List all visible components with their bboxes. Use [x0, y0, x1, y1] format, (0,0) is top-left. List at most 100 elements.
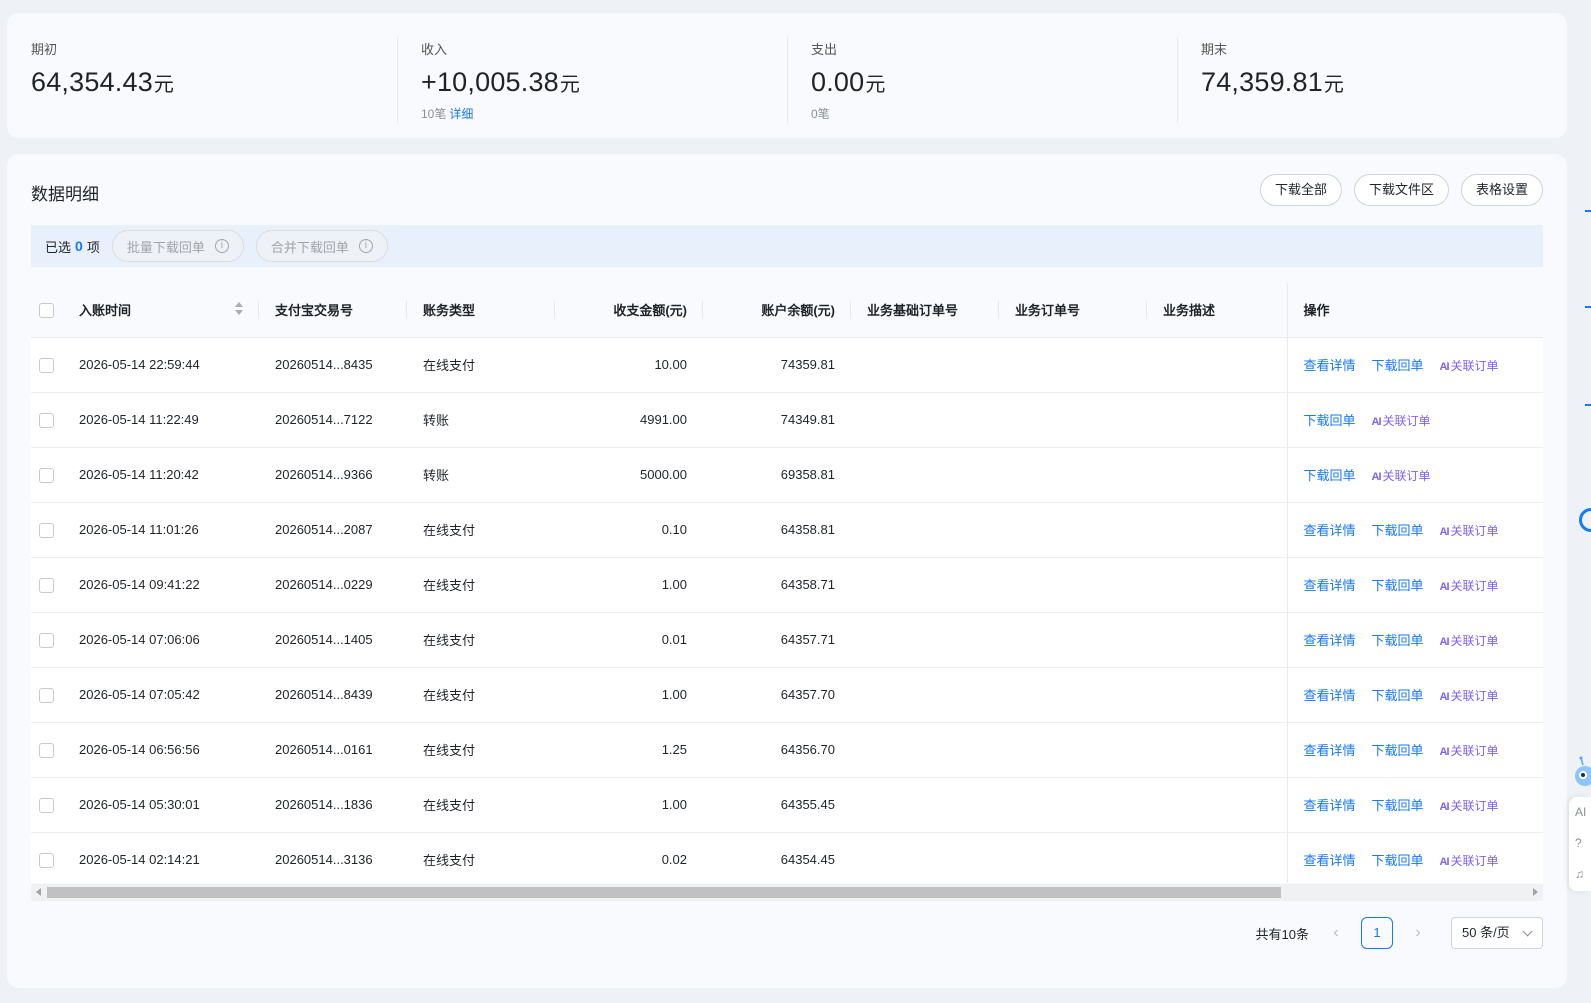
scroll-left-icon[interactable]: [36, 888, 41, 896]
horizontal-scrollbar[interactable]: [31, 884, 1543, 901]
select-all-checkbox[interactable]: [39, 302, 54, 318]
download-receipt-link[interactable]: 下载回单: [1372, 578, 1424, 593]
link-order-button[interactable]: AI 关联订单: [1440, 579, 1499, 593]
link-order-button[interactable]: AI 关联订单: [1372, 414, 1431, 428]
prev-page-icon[interactable]: ‹: [1323, 924, 1349, 942]
help-icon[interactable]: ?: [1569, 828, 1591, 859]
table-row: 2026-05-14 09:41:22 20260514...0229 在线支付 1.…: [31, 557, 1543, 613]
link-order-button[interactable]: AI 关联订单: [1440, 359, 1499, 373]
link-order-button[interactable]: AI 关联订单: [1440, 689, 1499, 703]
cell-order: [999, 832, 1147, 883]
selection-prefix: 已选: [45, 239, 72, 255]
cell-ops: 查看详情 下载回单 AI 关联订单: [1286, 832, 1543, 883]
cell-desc: [1147, 667, 1287, 723]
detail-card: 数据明细 下载全部 下载文件区 表格设置 已选 0 项 批量下载回单 i 合并下…: [7, 154, 1567, 988]
scrollbar-thumb[interactable]: [47, 887, 1281, 898]
ai-icon: AI: [1371, 471, 1382, 483]
page-size-select[interactable]: 50 条/页: [1451, 917, 1543, 949]
view-detail-link[interactable]: 查看详情: [1304, 743, 1356, 758]
download-receipt-link[interactable]: 下载回单: [1372, 798, 1424, 813]
cell-desc: [1147, 502, 1287, 558]
cell-trade-no: 20260514...1836: [259, 777, 407, 833]
link-order-button[interactable]: AI 关联订单: [1440, 799, 1499, 813]
link-order-label: 关联订单: [1450, 359, 1499, 373]
merge-download-button[interactable]: 合并下载回单 i: [255, 230, 388, 262]
info-icon[interactable]: i: [214, 239, 229, 253]
ai-side-button[interactable]: AI: [1569, 797, 1591, 828]
link-order-button[interactable]: AI 关联订单: [1440, 854, 1499, 868]
edge-marker: [1585, 404, 1591, 406]
cell-desc: [1147, 777, 1287, 833]
cell-ops: 查看详情 下载回单 AI 关联订单: [1286, 612, 1543, 668]
row-checkbox[interactable]: [39, 522, 54, 538]
stat-expense-sub: 0笔: [811, 105, 1153, 122]
sort-icon[interactable]: [235, 302, 243, 315]
stat-expense-value: 0.00元: [811, 67, 1153, 98]
stat-expense-unit: 元: [865, 74, 886, 96]
cell-balance: 74349.81: [703, 392, 851, 448]
row-checkbox[interactable]: [39, 577, 54, 593]
cell-balance: 64358.81: [703, 502, 851, 558]
download-receipt-link[interactable]: 下载回单: [1304, 413, 1356, 428]
download-receipt-link[interactable]: 下载回单: [1372, 743, 1424, 758]
headset-icon[interactable]: ♫: [1569, 859, 1591, 890]
view-detail-link[interactable]: 查看详情: [1304, 633, 1356, 648]
header-type: 账务类型: [407, 283, 555, 338]
batch-download-button[interactable]: 批量下载回单 i: [111, 230, 244, 262]
table-row: 2026-05-14 02:14:21 20260514...3136 在线支付 0.…: [31, 832, 1543, 883]
row-checkbox[interactable]: [39, 852, 54, 868]
info-icon[interactable]: i: [358, 239, 373, 253]
row-checkbox[interactable]: [39, 632, 54, 648]
cell-type: 在线支付: [407, 722, 555, 778]
table-settings-button[interactable]: 表格设置: [1460, 174, 1543, 206]
link-order-button[interactable]: AI 关联订单: [1440, 524, 1499, 538]
stat-closing-value: 74,359.81元: [1201, 67, 1543, 98]
cell-desc: [1147, 447, 1287, 503]
cell-trade-no: 20260514...0161: [259, 722, 407, 778]
row-checkbox[interactable]: [39, 357, 54, 373]
cell-ops: 下载回单 AI 关联订单: [1286, 392, 1543, 448]
view-detail-link[interactable]: 查看详情: [1304, 798, 1356, 813]
row-checkbox[interactable]: [39, 467, 54, 483]
download-receipt-link[interactable]: 下载回单: [1372, 688, 1424, 703]
download-receipt-link[interactable]: 下载回单: [1372, 633, 1424, 648]
stat-expense-count: 0笔: [811, 107, 830, 121]
view-detail-link[interactable]: 查看详情: [1304, 358, 1356, 373]
cell-trade-no: 20260514...3136: [259, 832, 407, 883]
cell-amount: 5000.00: [555, 447, 703, 503]
ai-icon: AI: [1439, 746, 1450, 758]
view-detail-link[interactable]: 查看详情: [1304, 688, 1356, 703]
cell-base-order: [851, 392, 999, 448]
link-order-button[interactable]: AI 关联订单: [1372, 469, 1431, 483]
download-receipt-link[interactable]: 下载回单: [1304, 468, 1356, 483]
download-files-button[interactable]: 下载文件区: [1353, 174, 1449, 206]
cell-desc: [1147, 832, 1287, 883]
page-1-button[interactable]: 1: [1361, 917, 1393, 949]
ai-icon: AI: [1439, 581, 1450, 593]
row-checkbox[interactable]: [39, 412, 54, 428]
cell-amount: 4991.00: [555, 392, 703, 448]
cell-type: 在线支付: [407, 337, 555, 393]
download-receipt-link[interactable]: 下载回单: [1372, 523, 1424, 538]
download-receipt-link[interactable]: 下载回单: [1372, 358, 1424, 373]
cell-base-order: [851, 722, 999, 778]
download-all-button[interactable]: 下载全部: [1259, 174, 1342, 206]
robot-assistant-icon[interactable]: [1569, 756, 1591, 790]
selection-suffix: 项: [86, 239, 100, 255]
row-checkbox[interactable]: [39, 742, 54, 758]
row-checkbox[interactable]: [39, 797, 54, 813]
download-receipt-link[interactable]: 下载回单: [1372, 853, 1424, 868]
next-page-icon[interactable]: ›: [1405, 924, 1431, 942]
link-order-button[interactable]: AI 关联订单: [1440, 744, 1499, 758]
income-detail-link[interactable]: 详细: [449, 107, 473, 121]
link-order-button[interactable]: AI 关联订单: [1440, 634, 1499, 648]
scroll-right-icon[interactable]: [1533, 888, 1538, 896]
view-detail-link[interactable]: 查看详情: [1304, 578, 1356, 593]
view-detail-link[interactable]: 查看详情: [1304, 523, 1356, 538]
header-time[interactable]: 入账时间: [63, 283, 259, 338]
cell-base-order: [851, 612, 999, 668]
view-detail-link[interactable]: 查看详情: [1304, 853, 1356, 868]
toolbar: 下载全部 下载文件区 表格设置: [1259, 174, 1543, 206]
row-checkbox[interactable]: [39, 687, 54, 703]
assistant-bubble-icon[interactable]: [1579, 508, 1591, 532]
